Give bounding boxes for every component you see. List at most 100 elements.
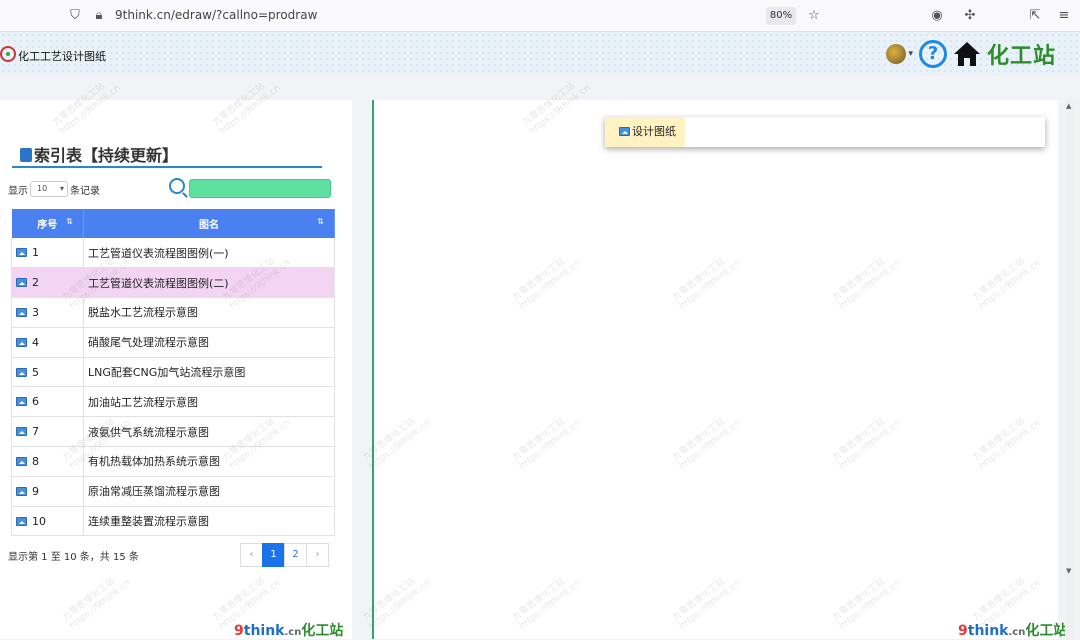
book-icon	[20, 148, 32, 162]
row-number: 9	[32, 484, 39, 498]
row-number-cell[interactable]: 8	[11, 446, 84, 477]
image-icon	[16, 397, 27, 407]
header-actions: ▾ ? 化工站	[886, 39, 1056, 69]
column-header-no[interactable]: 序号 ⇅	[11, 209, 84, 238]
table-row[interactable]: 3 脱盐水工艺流程示意图	[11, 297, 335, 328]
table-row[interactable]: 7 液氨供气系统流程示意图	[11, 416, 335, 448]
drawing-name-cell[interactable]: 加油站工艺流程示意图	[83, 386, 335, 418]
scrollbar[interactable]	[1065, 100, 1075, 639]
image-icon	[16, 456, 27, 466]
image-icon	[16, 367, 27, 377]
drawing-name: LNG配套CNG加气站流程示意图	[88, 366, 246, 380]
image-icon	[16, 278, 27, 288]
table-row[interactable]: 10 连续重整装置流程示意图	[11, 506, 335, 537]
scroll-down-icon[interactable]: ▼	[1066, 567, 1071, 575]
drawing-panel	[372, 100, 1058, 639]
prev-page-button[interactable]: ‹	[240, 543, 263, 567]
share-icon[interactable]: ⇱	[1027, 8, 1043, 24]
sort-icon[interactable]: ⇅	[317, 217, 324, 226]
drawing-name: 液氨供气系统流程示意图	[88, 425, 209, 439]
column-header-name[interactable]: 图名 ⇅	[83, 209, 335, 238]
address-bar[interactable]: 9think.cn/edraw/?callno=prodraw	[115, 8, 317, 22]
row-number-cell[interactable]: 4	[11, 327, 84, 358]
tab-bar: 设计图纸	[605, 117, 1045, 147]
image-icon	[16, 427, 27, 437]
image-icon	[619, 127, 630, 136]
bookmark-star-icon[interactable]: ☆	[806, 8, 822, 24]
chevron-down-icon[interactable]: ▾	[908, 49, 913, 59]
tab-design-drawings[interactable]: 设计图纸	[605, 117, 685, 147]
next-page-button[interactable]: ›	[306, 543, 329, 567]
logo-icon	[0, 46, 16, 62]
account-icon[interactable]: ◉	[929, 8, 945, 24]
table-row[interactable]: 1 工艺管道仪表流程图图例(一)	[11, 238, 335, 269]
drawing-name: 工艺管道仪表流程图图例(一)	[88, 246, 229, 260]
row-number-cell[interactable]: 3	[11, 297, 84, 328]
search-input[interactable]	[189, 179, 331, 198]
drawing-name: 加油站工艺流程示意图	[88, 395, 198, 409]
table-row[interactable]: 9 原油常减压蒸馏流程示意图	[11, 476, 335, 507]
row-number: 7	[32, 425, 39, 439]
shield-icon[interactable]: ⛉	[67, 8, 83, 24]
image-icon	[16, 307, 27, 317]
table-row[interactable]: 4 硝酸尾气处理流程示意图	[11, 327, 335, 358]
page-2-button[interactable]: 2	[284, 543, 307, 567]
row-number-cell[interactable]: 6	[11, 386, 84, 418]
zoom-level[interactable]: 80%	[766, 7, 796, 25]
menu-icon[interactable]: ≡	[1056, 8, 1072, 24]
drawing-name-cell[interactable]: 连续重整装置流程示意图	[83, 506, 335, 537]
browser-toolbar: ⛉ 🔒︎ 9think.cn/edraw/?callno=prodraw 80%…	[0, 0, 1080, 32]
page-1-button[interactable]: 1	[262, 543, 285, 567]
drawing-name: 有机热载体加热系统示意图	[88, 455, 220, 469]
image-icon	[16, 486, 27, 496]
scroll-up-icon[interactable]: ▲	[1066, 102, 1071, 110]
footer-logo-right[interactable]: 9think.cn化工站	[958, 620, 1067, 640]
row-number: 6	[32, 395, 39, 409]
drawing-name-cell[interactable]: 脱盐水工艺流程示意图	[83, 297, 335, 328]
sort-icon[interactable]: ⇅	[66, 217, 73, 226]
drawing-name-cell[interactable]: 液氨供气系统流程示意图	[83, 416, 335, 448]
lock-icon[interactable]: 🔒︎	[91, 8, 107, 24]
page-length-select[interactable]: 10	[30, 181, 68, 197]
table-row[interactable]: 8 有机热载体加热系统示意图	[11, 446, 335, 477]
table-info: 显示第 1 至 10 条，共 15 条	[8, 552, 139, 563]
table-row[interactable]: 5 LNG配套CNG加气站流程示意图	[11, 357, 335, 388]
search-icon[interactable]	[169, 178, 185, 194]
image-icon	[16, 516, 27, 526]
row-number-cell[interactable]: 2	[11, 267, 84, 299]
length-suffix: 条记录	[70, 185, 100, 197]
page-length-control: 显示 10 条记录	[8, 181, 100, 197]
image-icon	[16, 337, 27, 347]
row-number: 1	[32, 246, 39, 260]
drawing-name-cell[interactable]: 原油常减压蒸馏流程示意图	[83, 476, 335, 507]
drawing-name-cell[interactable]: LNG配套CNG加气站流程示意图	[83, 357, 335, 388]
brand-logo[interactable]: 化工站	[987, 38, 1056, 70]
row-number: 2	[32, 276, 39, 290]
row-number-cell[interactable]: 7	[11, 416, 84, 448]
help-button[interactable]: ?	[918, 40, 947, 68]
drawing-name-cell[interactable]: 硝酸尾气处理流程示意图	[83, 327, 335, 358]
table-row[interactable]: 6 加油站工艺流程示意图	[11, 386, 335, 418]
drawing-name: 脱盐水工艺流程示意图	[88, 306, 198, 320]
row-number: 10	[32, 514, 46, 528]
drawing-name-cell[interactable]: 工艺管道仪表流程图图例(一)	[83, 238, 335, 269]
drawing-name-cell[interactable]: 工艺管道仪表流程图图例(二)	[83, 267, 335, 299]
image-icon	[16, 248, 27, 258]
row-number-cell[interactable]: 1	[11, 238, 84, 269]
drawing-name: 原油常减压蒸馏流程示意图	[88, 485, 220, 499]
footer-logo-left[interactable]: 9think.cn化工站	[234, 620, 343, 640]
length-prefix: 显示	[8, 185, 28, 197]
extension-icon[interactable]: ✣	[962, 8, 978, 24]
title-underline	[12, 166, 322, 168]
avatar[interactable]	[886, 44, 907, 64]
row-number-cell[interactable]: 5	[11, 357, 84, 388]
row-number: 8	[32, 454, 39, 468]
row-number-cell[interactable]: 10	[11, 506, 84, 537]
index-table: 序号 ⇅ 图名 ⇅ 1 工艺管道仪表流程图图例(一) 2 工艺管道仪表流程图图例(二) 3 脱…	[11, 209, 335, 537]
drawing-name-cell[interactable]: 有机热载体加热系统示意图	[83, 446, 335, 477]
table-row[interactable]: 2 工艺管道仪表流程图图例(二)	[11, 267, 335, 299]
row-number-cell[interactable]: 9	[11, 476, 84, 507]
home-icon[interactable]	[953, 41, 981, 67]
row-number: 4	[32, 335, 39, 349]
row-number: 5	[32, 365, 39, 379]
